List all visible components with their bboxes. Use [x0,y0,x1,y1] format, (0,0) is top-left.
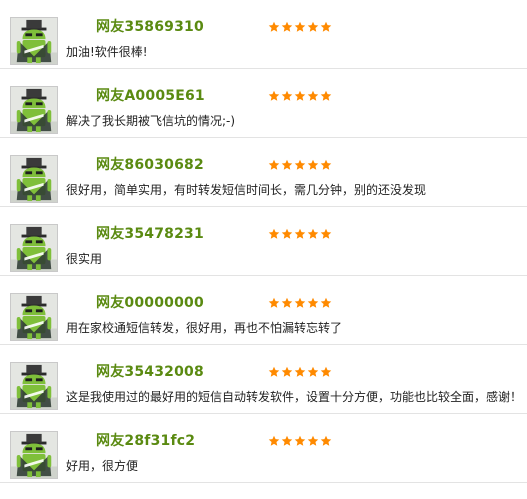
star-icon [294,435,306,448]
android-avatar-icon [10,86,58,134]
star-icon [281,297,293,310]
star-icon [281,21,293,34]
star-icon [307,90,319,103]
rating-stars [268,435,332,448]
star-icon [307,159,319,172]
rating-stars [268,366,332,379]
star-icon [268,297,280,310]
star-icon [294,228,306,241]
review-item: 网友86030682 很好用，简单实用，有时转发短信时间长，需几分钟，别的还没发… [0,138,527,207]
star-icon [320,366,332,379]
star-icon [307,435,319,448]
review-list: 网友35869310 加油!软件很棒! 网友A0005E61 解决了我长期被飞信… [0,0,527,499]
star-icon [281,90,293,103]
star-icon [281,159,293,172]
star-icon [294,366,306,379]
review-username: 网友86030682 [96,157,204,173]
review-comment: 这是我使用过的最好用的短信自动转发软件，设置十分方便，功能也比较全面，感谢！ [66,390,523,404]
star-icon [307,228,319,241]
star-icon [320,435,332,448]
android-avatar-icon [10,224,58,272]
review-username: 网友28f31fc2 [96,433,196,449]
rating-stars [268,21,332,34]
review-item: 网友00000000 用在家校通短信转发，很好用，再也不怕漏转忘转了 [0,276,527,345]
review-comment: 加油!软件很棒! [66,45,148,59]
review-comment: 解决了我长期被飞信坑的情况;-) [66,114,236,128]
star-icon [294,21,306,34]
star-icon [268,159,280,172]
review-item: 网友A0005E61 解决了我长期被飞信坑的情况;-) [0,69,527,138]
android-avatar-icon [10,362,58,410]
review-item: 网友35432008 这是我使用过的最好用的短信自动转发软件，设置十分方便，功能… [0,345,527,414]
review-item: 网友28f31fc2 好用，很方便 [0,414,527,483]
android-avatar-icon [10,431,58,479]
android-avatar-icon [10,17,58,65]
star-icon [320,297,332,310]
review-comment: 用在家校通短信转发，很好用，再也不怕漏转忘转了 [66,321,343,335]
star-icon [320,21,332,34]
star-icon [281,366,293,379]
android-avatar-icon [10,293,58,341]
review-comment: 很实用 [66,252,103,266]
star-icon [268,435,280,448]
review-item: 网友35478231 很实用 [0,207,527,276]
star-icon [307,21,319,34]
star-icon [307,297,319,310]
star-icon [307,366,319,379]
star-icon [294,90,306,103]
review-username: 网友35432008 [96,364,204,380]
rating-stars [268,228,332,241]
star-icon [281,228,293,241]
star-icon [294,297,306,310]
review-username: 网友00000000 [96,295,204,311]
star-icon [281,435,293,448]
star-icon [320,228,332,241]
android-avatar-icon [10,155,58,203]
star-icon [268,228,280,241]
star-icon [268,21,280,34]
review-comment: 很好用，简单实用，有时转发短信时间长，需几分钟，别的还没发现 [66,183,427,197]
rating-stars [268,297,332,310]
review-username: 网友35869310 [96,19,204,35]
review-comment: 好用，很方便 [66,459,139,473]
rating-stars [268,159,332,172]
review-item: 网友35869310 加油!软件很棒! [0,0,527,69]
review-username: 网友35478231 [96,226,204,242]
star-icon [320,90,332,103]
review-username: 网友A0005E61 [96,88,205,104]
rating-stars [268,90,332,103]
star-icon [320,159,332,172]
star-icon [268,90,280,103]
star-icon [294,159,306,172]
star-icon [268,366,280,379]
